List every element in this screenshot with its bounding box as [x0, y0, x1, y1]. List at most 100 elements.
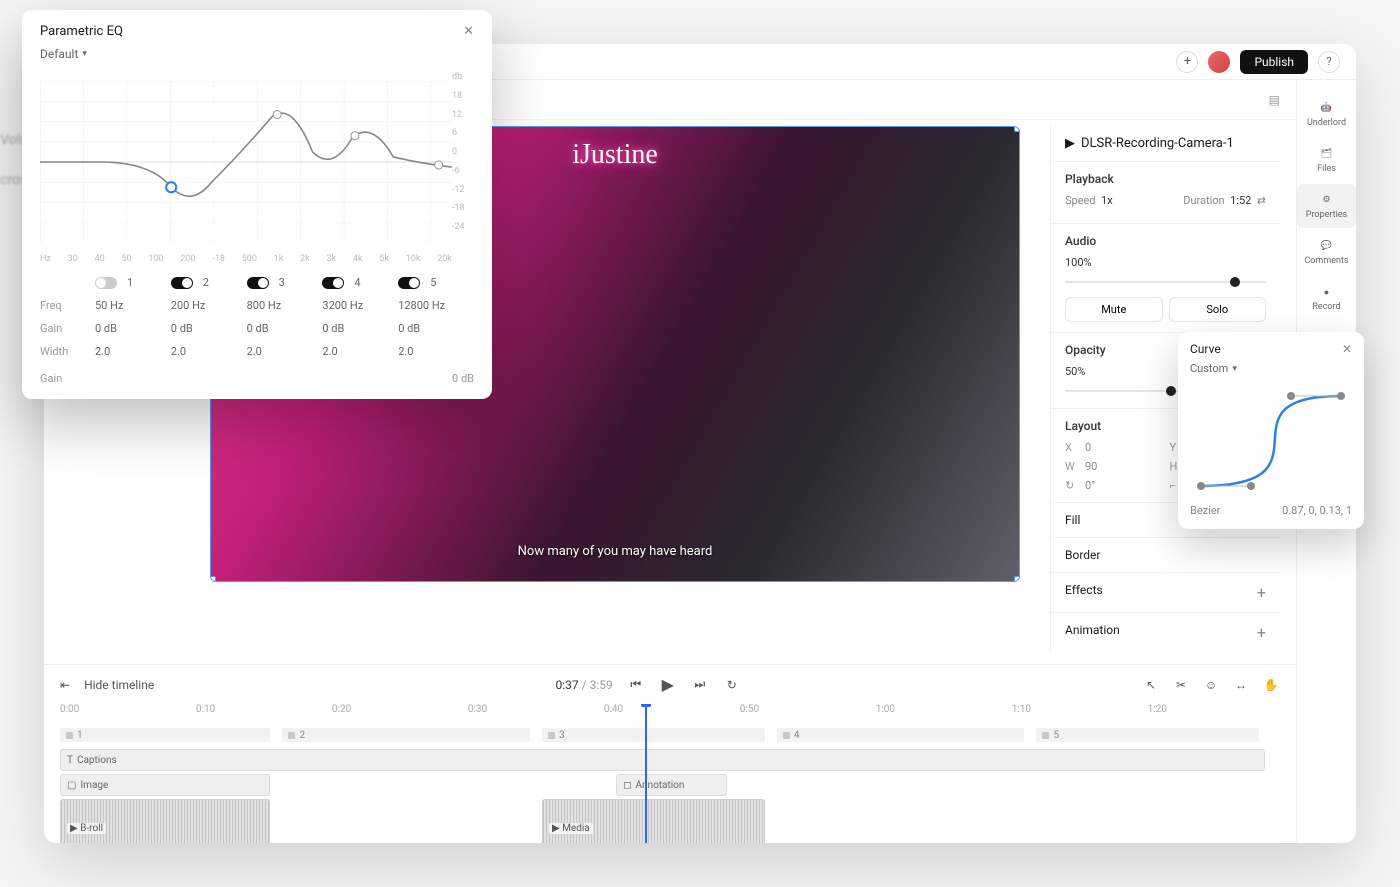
curve-title: Curve: [1190, 342, 1221, 356]
robot-icon: 🤖: [1319, 100, 1335, 116]
eq-curve-svg: [40, 72, 474, 252]
band-toggle-5[interactable]: 5: [398, 276, 474, 289]
scene-marker[interactable]: 1: [60, 728, 270, 742]
band-freq[interactable]: 50 Hz: [95, 299, 171, 312]
sidebar-item-record[interactable]: ●Record: [1297, 276, 1356, 320]
add-effect-icon[interactable]: +: [1257, 583, 1266, 602]
image-clip[interactable]: ▢ Image: [60, 774, 270, 796]
speed-value[interactable]: 1x: [1101, 194, 1113, 207]
band-width[interactable]: 2.0: [95, 345, 171, 358]
solo-button[interactable]: Solo: [1169, 297, 1267, 322]
layout-w[interactable]: 90: [1085, 460, 1162, 473]
duration-label: Duration: [1183, 194, 1224, 207]
master-gain-label: Gain: [40, 372, 62, 385]
stretch-tool-icon[interactable]: ↔: [1232, 676, 1250, 694]
band-gain[interactable]: 0 dB: [171, 322, 247, 335]
band-gain[interactable]: 0 dB: [322, 322, 398, 335]
scene-row: 1 2 3 4 5: [60, 728, 1296, 746]
collapse-icon[interactable]: ⇤: [60, 678, 70, 692]
border-row[interactable]: Border: [1051, 538, 1280, 573]
resize-handle[interactable]: [1014, 126, 1020, 132]
blade-tool-icon[interactable]: ✂: [1172, 676, 1190, 694]
speed-label: Speed: [1065, 194, 1096, 207]
chevron-down-icon: ▾: [1232, 364, 1237, 374]
band-gain[interactable]: 0 dB: [398, 322, 474, 335]
close-icon[interactable]: ✕: [463, 24, 474, 39]
band-freq[interactable]: 12800 Hz: [398, 299, 474, 312]
curve-type: Bezier: [1190, 504, 1220, 517]
curve-mode-dropdown[interactable]: Custom ▾: [1190, 362, 1237, 375]
eq-preset-dropdown[interactable]: Default ▾: [40, 47, 87, 61]
scene-marker[interactable]: 4: [777, 728, 1024, 742]
audio-label: Audio: [1065, 234, 1266, 248]
skip-back-icon[interactable]: ⏮: [627, 676, 645, 694]
link-icon[interactable]: ⇄: [1257, 194, 1266, 207]
add-animation-icon[interactable]: +: [1257, 623, 1266, 642]
band-freq[interactable]: 3200 Hz: [322, 299, 398, 312]
close-icon[interactable]: ✕: [1342, 342, 1352, 356]
play-icon[interactable]: ▶: [659, 676, 677, 694]
band-toggle-4[interactable]: 4: [322, 276, 398, 289]
broll-clip[interactable]: ▶ B-roll: [60, 799, 270, 843]
audio-value: 100%: [1065, 256, 1092, 269]
sidebar-item-properties[interactable]: ⚙Properties: [1297, 184, 1356, 228]
captions-track[interactable]: T Captions: [60, 749, 1265, 771]
add-button[interactable]: +: [1176, 51, 1198, 73]
animation-row[interactable]: Animation+: [1051, 613, 1280, 652]
curve-values[interactable]: 0.87, 0, 0.13, 1: [1282, 504, 1352, 517]
band-toggle-3[interactable]: 3: [247, 276, 323, 289]
duration-value[interactable]: 1:52: [1230, 194, 1251, 207]
scene-marker[interactable]: 5: [1036, 728, 1258, 742]
select-tool-icon[interactable]: ↖: [1142, 676, 1160, 694]
band-toggle-2[interactable]: 2: [171, 276, 247, 289]
ruler[interactable]: 0:00 0:10 0:20 0:30 0:40 0:50 1:00 1:10 …: [60, 704, 1296, 726]
source-name: DLSR-Recording-Camera-1: [1081, 136, 1234, 151]
resize-handle[interactable]: [210, 576, 216, 582]
band-width[interactable]: 2.0: [398, 345, 474, 358]
hide-timeline-button[interactable]: Hide timeline: [84, 678, 154, 692]
sliders-icon: ⚙: [1319, 192, 1335, 208]
fullscreen-icon[interactable]: ▤: [1269, 93, 1280, 107]
band-gain[interactable]: 0 dB: [247, 322, 323, 335]
band-toggle-1[interactable]: 1: [95, 276, 171, 289]
band-freq[interactable]: 800 Hz: [247, 299, 323, 312]
face-tool-icon[interactable]: ☺: [1202, 676, 1220, 694]
resize-handle[interactable]: [1014, 576, 1020, 582]
band-width[interactable]: 2.0: [171, 345, 247, 358]
skip-forward-icon[interactable]: ⏭: [691, 676, 709, 694]
publish-button[interactable]: Publish: [1240, 50, 1308, 74]
playhead[interactable]: [645, 704, 647, 843]
props-source[interactable]: ▶ DLSR-Recording-Camera-1: [1051, 126, 1280, 162]
audio-slider[interactable]: [1065, 275, 1266, 289]
band-width[interactable]: 2.0: [322, 345, 398, 358]
sidebar-item-underlord[interactable]: 🤖Underlord: [1297, 92, 1356, 136]
ruler-tick: 0:10: [196, 704, 215, 715]
hand-tool-icon[interactable]: ✋: [1262, 676, 1280, 694]
layout-rot[interactable]: 0°: [1085, 479, 1162, 492]
timeline[interactable]: 0:00 0:10 0:20 0:30 0:40 0:50 1:00 1:10 …: [44, 704, 1296, 843]
curve-graph[interactable]: [1190, 386, 1352, 496]
play-icon: ▶: [1065, 136, 1075, 151]
effects-row[interactable]: Effects+: [1051, 573, 1280, 613]
band-freq[interactable]: 200 Hz: [171, 299, 247, 312]
media-clip[interactable]: ▶ Media: [542, 799, 764, 843]
band-width[interactable]: 2.0: [247, 345, 323, 358]
curve-panel[interactable]: Curve ✕ Custom ▾ Bezier 0.87, 0, 0.13, 1: [1178, 332, 1364, 529]
parametric-eq-panel[interactable]: Parametric EQ ✕ Default ▾ db181260-6-12-…: [22, 10, 492, 399]
master-gain-value[interactable]: 0 dB: [452, 372, 474, 385]
freq-label: Freq: [40, 299, 95, 312]
ruler-tick: 1:10: [1012, 704, 1031, 715]
eq-graph[interactable]: db181260-6-12-18-24: [40, 72, 474, 252]
ruler-tick: 0:00: [60, 704, 79, 715]
layout-x[interactable]: 0: [1085, 441, 1162, 454]
avatar[interactable]: [1208, 51, 1230, 73]
help-icon[interactable]: ?: [1318, 51, 1340, 73]
sidebar-item-files[interactable]: 🗂Files: [1297, 138, 1356, 182]
loop-icon[interactable]: ↻: [723, 676, 741, 694]
band-gain[interactable]: 0 dB: [95, 322, 171, 335]
mute-button[interactable]: Mute: [1065, 297, 1163, 322]
annotation-clip[interactable]: ◻ Annotation: [616, 774, 727, 796]
sidebar-item-comments[interactable]: 💬Comments: [1297, 230, 1356, 274]
scene-marker[interactable]: 2: [282, 728, 529, 742]
scene-marker[interactable]: 3: [542, 728, 764, 742]
